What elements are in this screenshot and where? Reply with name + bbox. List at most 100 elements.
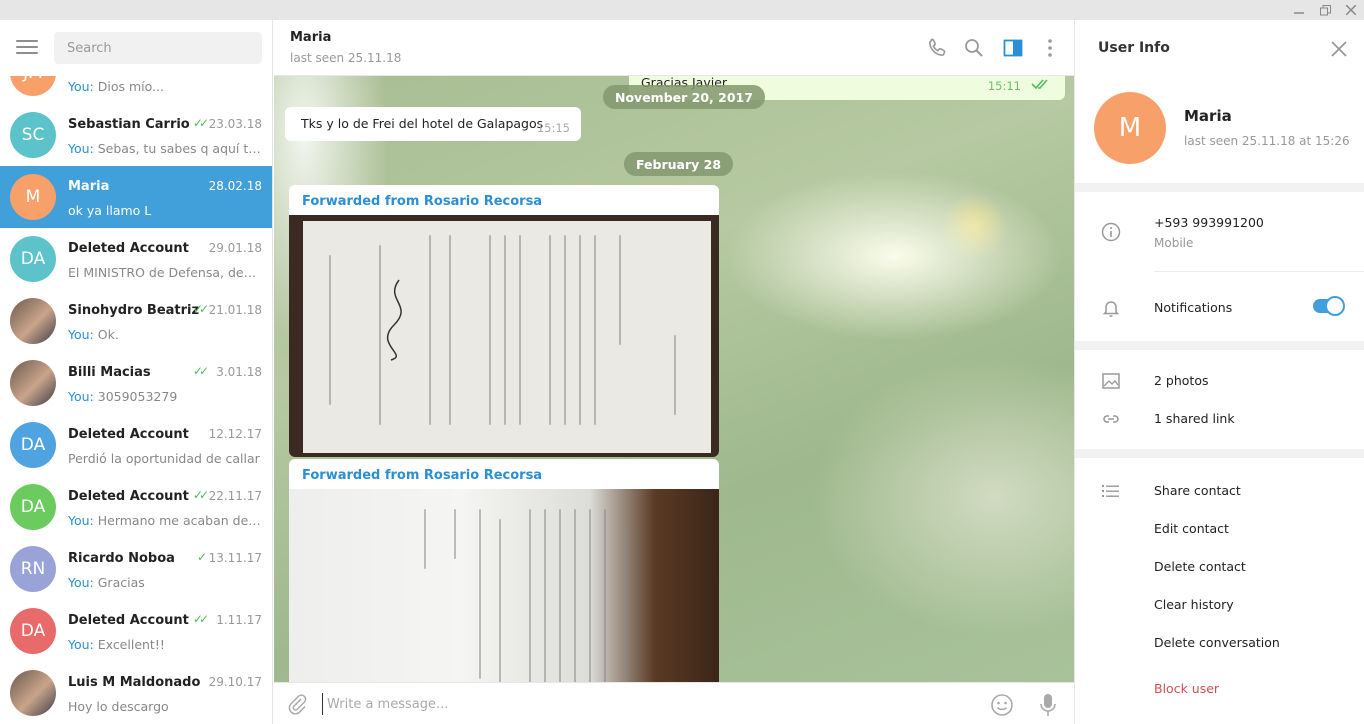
chat-list: JMYou: Dios mío...SCSebastian Carrio23.0…: [0, 42, 272, 724]
preview-sender: You:: [68, 389, 94, 404]
preview-text: ok ya llamo L: [68, 203, 152, 218]
document-photo[interactable]: [289, 215, 719, 457]
share-contact-button[interactable]: Share contact: [1154, 483, 1241, 498]
avatar[interactable]: M: [10, 174, 56, 220]
preview-text: 3059053279: [93, 389, 178, 404]
date-separator: February 28: [624, 152, 734, 176]
photos-link[interactable]: 2 photos: [1154, 373, 1209, 388]
chat-name: Deleted Account: [68, 613, 189, 628]
photo-icon: [1101, 371, 1121, 391]
sidebar-toggle-icon[interactable]: [1001, 36, 1025, 60]
section-divider: [1075, 183, 1364, 192]
hamburger-menu-icon[interactable]: [16, 40, 38, 54]
chat-list-item[interactable]: Billi Macias 3.01.18 ✓✓ You: 3059053279: [0, 352, 272, 414]
peer-name[interactable]: Maria: [290, 30, 331, 45]
chat-preview: You: 3059053279: [68, 389, 263, 404]
close-icon[interactable]: [1330, 40, 1348, 58]
chat-date: 23.03.18: [208, 117, 262, 131]
chat-list-item[interactable]: Luis M Maldonado 29.10.17 Hoy lo descargo: [0, 662, 272, 724]
delete-contact-button[interactable]: Delete contact: [1154, 559, 1246, 574]
chat-date: 1.11.17: [216, 613, 262, 627]
preview-sender: You:: [68, 513, 94, 528]
phone-icon[interactable]: [925, 36, 949, 60]
forwarded-photo-message[interactable]: Forwarded from Rosario Recorsa: [289, 185, 719, 457]
window-titlebar: [0, 0, 1364, 20]
message-input[interactable]: [322, 693, 922, 715]
minimize-icon[interactable]: [1286, 0, 1312, 20]
message-bubble-incoming[interactable]: Tks y lo de Frei del hotel de Galapagos …: [285, 107, 581, 141]
chat-list-item[interactable]: DA Deleted Account 22.11.17 ✓✓ You: Hermano …: [0, 476, 272, 538]
block-user-button[interactable]: Block user: [1154, 681, 1219, 696]
chat-name: Sinohydro Beatriz: [68, 303, 200, 318]
shared-link[interactable]: 1 shared link: [1154, 411, 1235, 426]
restore-icon[interactable]: [1312, 0, 1338, 20]
read-check-icon: [1031, 76, 1051, 95]
attach-icon[interactable]: [286, 693, 308, 719]
phone-number[interactable]: +593 993991200: [1154, 215, 1264, 230]
preview-text: Dios mío...: [93, 79, 164, 94]
notifications-label: Notifications: [1154, 300, 1233, 315]
forwarded-photo-message[interactable]: Forwarded from Rosario Recorsa: [289, 459, 719, 682]
avatar[interactable]: [10, 298, 56, 344]
avatar[interactable]: [10, 670, 56, 716]
chat-preview: Hoy lo descargo: [68, 699, 263, 714]
chat-preview: You: Hermano me acaban de ll...: [68, 513, 263, 528]
profile-name: Maria: [1184, 107, 1232, 125]
delete-conversation-button[interactable]: Delete conversation: [1154, 635, 1280, 650]
chat-messages-area[interactable]: Gracias Javier 15:11 November 20, 2017 T…: [274, 76, 1074, 682]
chat-date: 21.01.18: [208, 303, 262, 317]
info-icon: [1101, 222, 1121, 242]
chat-name: Luis M Maldonado: [68, 675, 201, 690]
avatar[interactable]: DA: [10, 484, 56, 530]
notifications-toggle[interactable]: [1313, 296, 1345, 316]
chat-preview: Perdió la oportunidad de callar: [68, 451, 263, 466]
microphone-icon[interactable]: [1038, 692, 1058, 722]
search-icon[interactable]: [962, 36, 986, 60]
section-divider: [1075, 341, 1364, 350]
panel-title: User Info: [1098, 40, 1170, 56]
avatar[interactable]: SC: [10, 112, 56, 158]
read-check-icon: ✓: [196, 550, 207, 564]
forwarded-from-label[interactable]: Forwarded from Rosario Recorsa: [302, 468, 542, 483]
chat-list-item[interactable]: DA Deleted Account 1.11.17 ✓✓ You: Excellent…: [0, 600, 272, 662]
search-input[interactable]: [54, 32, 262, 64]
close-window-icon[interactable]: [1338, 0, 1364, 20]
avatar[interactable]: [10, 360, 56, 406]
chat-list-item[interactable]: DA Deleted Account 29.01.18 El MINISTRO de …: [0, 228, 272, 290]
user-info-panel: User Info M Maria last seen 25.11.18 at …: [1074, 20, 1364, 724]
preview-text: Perdió la oportunidad de callar: [68, 451, 260, 466]
chat-list-item[interactable]: DA Deleted Account 12.12.17 Perdió la oport…: [0, 414, 272, 476]
chat-preview: You: Sebas, tu sabes q aquí te q...: [68, 141, 263, 156]
section-divider: [1075, 449, 1364, 458]
read-check-icon: ✓✓: [192, 612, 209, 626]
preview-text: Ok.: [93, 327, 119, 342]
chat-name: Deleted Account: [68, 489, 189, 504]
phone-label: Mobile: [1154, 236, 1194, 250]
chat-list-item[interactable]: Sinohydro Beatriz 21.01.18 ✓✓ You: Ok.: [0, 290, 272, 352]
more-options-icon[interactable]: [1038, 36, 1062, 60]
chat-preview: ok ya llamo L: [68, 203, 263, 218]
avatar[interactable]: RN: [10, 546, 56, 592]
profile-last-seen: last seen 25.11.18 at 15:26: [1184, 134, 1350, 148]
document-photo[interactable]: [289, 489, 719, 682]
chat-preview: You: Excellent!!: [68, 637, 263, 652]
avatar[interactable]: DA: [10, 608, 56, 654]
chat-preview: You: Gracias: [68, 575, 263, 590]
avatar[interactable]: DA: [10, 422, 56, 468]
chat-name: Deleted Account: [68, 241, 189, 256]
message-text: Tks y lo de Frei del hotel de Galapagos: [301, 116, 544, 131]
divider: [1154, 271, 1364, 272]
clear-history-button[interactable]: Clear history: [1154, 597, 1234, 612]
forwarded-from-label[interactable]: Forwarded from Rosario Recorsa: [302, 194, 542, 209]
avatar[interactable]: DA: [10, 236, 56, 282]
edit-contact-button[interactable]: Edit contact: [1154, 521, 1229, 536]
list-icon: [1101, 481, 1121, 501]
chat-preview: You: Dios mío...: [68, 79, 263, 94]
chat-name: Ricardo Noboa: [68, 551, 175, 566]
emoji-icon[interactable]: [990, 693, 1014, 721]
chat-list-item[interactable]: M Maria 28.02.18 ok ya llamo L: [0, 166, 272, 228]
profile-avatar[interactable]: M: [1094, 92, 1166, 164]
chat-list-item[interactable]: RN Ricardo Noboa 13.11.17 ✓ You: Gracias: [0, 538, 272, 600]
chat-list-item[interactable]: SC Sebastian Carrio 23.03.18 ✓✓ You: Sebas, …: [0, 104, 272, 166]
link-icon: [1101, 409, 1121, 429]
